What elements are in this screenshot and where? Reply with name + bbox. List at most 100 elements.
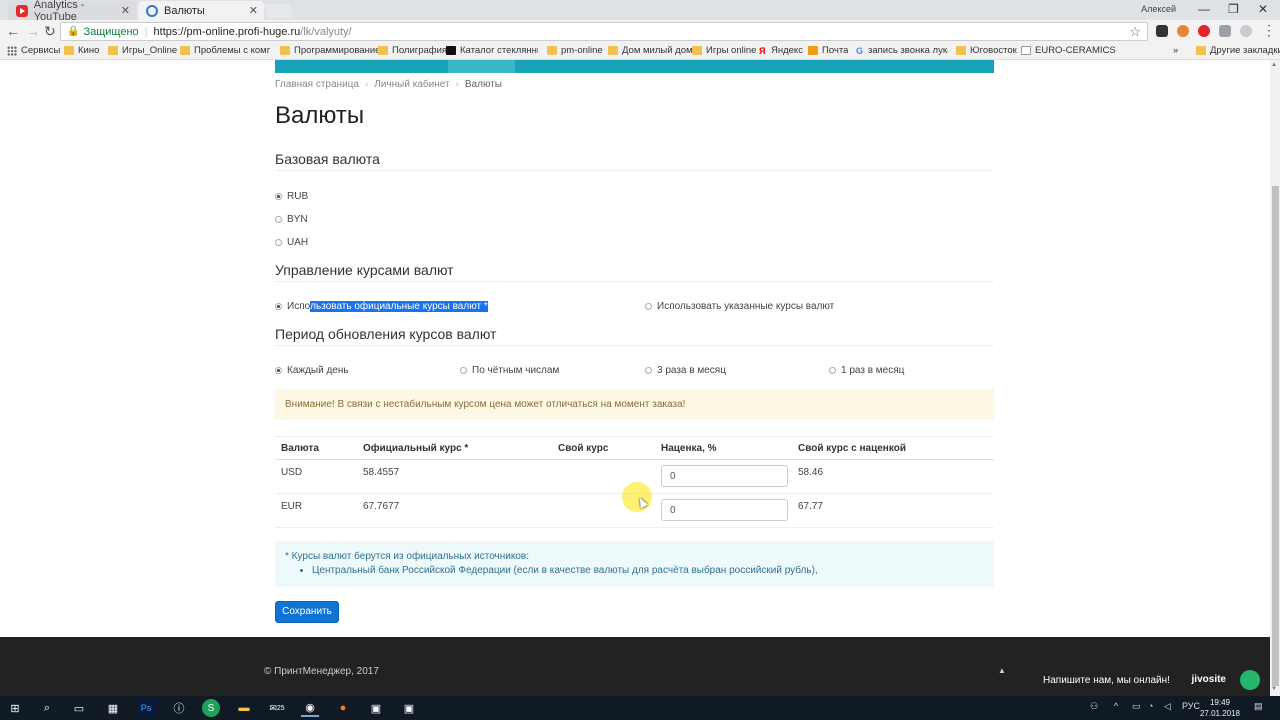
radio-rub[interactable]: RUB [275,191,308,202]
bookmark-item[interactable]: Юговосток [956,45,1017,56]
restore-icon[interactable]: ❐ [1228,2,1239,16]
currency-code: USD [281,467,303,478]
scroll-up-icon[interactable]: ▲ [1271,62,1277,68]
skype-icon[interactable]: S [202,699,220,717]
people-icon[interactable]: ⚇ [1090,701,1098,712]
radio-uah[interactable]: UAH [275,237,308,248]
breadcrumb-home[interactable]: Главная страница [275,79,359,90]
task-view-icon[interactable]: ▭ [70,699,88,717]
minimize-icon[interactable]: — [1198,2,1210,16]
scroll-down-icon[interactable]: ▼ [1271,686,1277,692]
app-window-icon[interactable]: ▣ [367,699,385,717]
radio-custom-rates[interactable]: Использовать указанные курсы валют [645,301,834,312]
search-icon[interactable]: ⌕ [38,699,56,717]
radio-three-times[interactable]: 3 раза в месяц [645,365,726,376]
extension-icon[interactable] [1240,25,1252,37]
bookmark-item[interactable]: Сервисы [7,45,60,56]
markup-input[interactable]: 0 [661,499,788,521]
breadcrumb-current: Валюты [464,79,502,90]
bookmark-item[interactable]: Проблемы с компо [180,45,270,56]
radio-button[interactable] [460,367,467,374]
app-window-icon[interactable]: ▣ [400,699,418,717]
address-bar[interactable]: 🔒 Защищено | https://pm-online.profi-hug… [60,22,1148,41]
language-indicator[interactable]: РУС [1182,701,1200,711]
bookmark-item[interactable]: Игры online [692,45,756,56]
bookmark-item[interactable]: Каталог стеклянных [446,45,538,56]
network-icon[interactable]: ◔ [1148,701,1153,711]
bookmark-item[interactable]: Дом милый дом [608,45,693,56]
firefox-icon[interactable]: ● [334,699,352,717]
profile-name[interactable]: Алексей [1141,4,1176,14]
breadcrumb-cabinet[interactable]: Личный кабинет [374,79,449,90]
folder-icon [692,46,702,55]
tray-app-icon[interactable]: ▭ [1132,701,1141,712]
close-window-icon[interactable]: ✕ [1258,2,1268,16]
save-button[interactable]: Сохранить [275,601,339,623]
radio-label: По чётным числам [472,365,560,376]
volume-icon[interactable]: ◁ [1164,701,1171,712]
other-bookmarks[interactable]: Другие закладки [1196,45,1280,56]
source-item: Центральный банк Российской Федерации (е… [312,565,984,576]
new-tab-button[interactable] [263,4,295,18]
radio-button[interactable] [645,367,652,374]
radio-button[interactable] [275,367,282,374]
forward-icon[interactable]: → [26,23,40,39]
bookmark-label: Игры_Online [122,45,178,56]
radio-button[interactable] [829,367,836,374]
back-icon[interactable]: ← [6,23,20,39]
radio-button[interactable] [275,239,282,246]
opera-icon[interactable] [1198,25,1210,37]
reload-icon[interactable]: ↻ [44,23,56,40]
bookmark-star-icon[interactable]: ☆ [1129,24,1141,40]
currency-code: EUR [281,501,303,512]
tab-title: Валюты [164,4,205,17]
info-icon[interactable]: ⓘ [170,699,188,717]
extension-icon[interactable] [1177,25,1189,37]
tab-valyuty[interactable]: Валюты ✕ [138,1,264,20]
lock-icon: 🔒 [67,26,80,37]
windows-start-icon[interactable]: ⊞ [6,699,24,717]
chat-widget[interactable]: Напишите нам, мы онлайн! jivosite [1035,668,1260,694]
bookmark-item[interactable]: EURO-CERAMICS [1021,45,1116,56]
chrome-icon[interactable]: ◉ [301,699,319,717]
bookmarks-overflow-button[interactable]: » [1173,45,1178,56]
radio-button[interactable] [645,303,652,310]
scrollbar-thumb[interactable] [1272,186,1279,686]
bookmark-item[interactable]: pm-online [547,45,603,56]
radio-button[interactable] [275,216,282,223]
bookmark-item[interactable]: Игры_Online [108,45,177,56]
close-tab-icon[interactable]: ✕ [121,4,130,17]
bookmark-item[interactable]: Кино [64,45,99,56]
bookmark-item[interactable]: Gзапись звонка лука [856,45,948,56]
tray-chevron-icon[interactable]: ^ [1114,701,1118,711]
extension-icon[interactable] [1156,25,1168,37]
notifications-icon[interactable]: ▤ [1254,701,1263,712]
radio-even-days[interactable]: По чётным числам [460,365,559,376]
extension-icon[interactable] [1219,25,1231,37]
bookmark-item[interactable]: Полиграфия [378,45,447,56]
file-explorer-icon[interactable]: ▬ [235,699,253,717]
radio-every-day[interactable]: Каждый день [275,365,349,376]
mail-app-icon[interactable]: ✉ 25 [268,699,286,717]
radio-button[interactable] [275,303,282,310]
radio-button[interactable] [275,193,282,200]
markup-input[interactable]: 0 [661,465,788,487]
bookmark-item[interactable]: Я Яндекс [759,45,803,56]
chat-bubble-icon[interactable] [1240,670,1260,690]
base-currency-title: Базовая валюта [275,151,380,167]
photoshop-icon[interactable]: Ps [137,699,155,717]
bookmark-label: Другие закладки [1210,45,1280,56]
radio-once-month[interactable]: 1 раз в месяц [829,365,904,376]
close-tab-icon[interactable]: ✕ [249,4,258,17]
calculator-icon[interactable]: ▦ [104,699,122,717]
menu-dots-icon[interactable]: ⋮ [1262,22,1276,39]
tab-analytics-youtube[interactable]: Analytics - YouTube ✕ [8,0,136,23]
radio-official-rates[interactable]: Испо льзовать официальные курсы валют * [275,301,488,312]
radio-byn[interactable]: BYN [275,214,308,225]
scroll-top-icon[interactable]: ▲ [998,666,1006,675]
header-banner-strip [275,60,994,73]
bookmark-item[interactable]: Почта [808,45,848,56]
system-clock[interactable]: 19:49 27.01.2018 [1200,697,1240,719]
bookmark-item[interactable]: Программирование [280,45,380,56]
page-scrollbar[interactable]: ▲ ▼ [1270,60,1280,696]
